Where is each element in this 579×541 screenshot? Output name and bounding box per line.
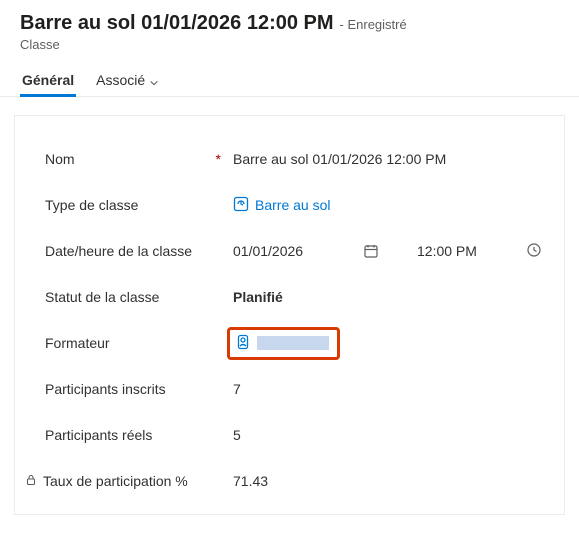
label-status: Statut de la classe bbox=[45, 289, 159, 305]
entity-name: Classe bbox=[20, 37, 559, 52]
value-status[interactable]: Planifié bbox=[233, 289, 548, 305]
value-time[interactable]: 12:00 PM bbox=[399, 243, 509, 259]
trainer-lookup-highlight bbox=[227, 327, 340, 360]
trainer-value-redacted[interactable] bbox=[257, 336, 329, 350]
class-type-text: Barre au sol bbox=[255, 197, 330, 213]
field-name: Nom * Barre au sol 01/01/2026 12:00 PM bbox=[45, 136, 548, 182]
field-trainer: Formateur bbox=[45, 320, 548, 366]
calendar-icon[interactable] bbox=[353, 243, 389, 259]
value-participation: 71.43 bbox=[233, 473, 548, 489]
value-actual[interactable]: 5 bbox=[233, 427, 548, 443]
field-registered: Participants inscrits 7 bbox=[45, 366, 548, 412]
field-datetime: Date/heure de la classe 01/01/2026 12:00… bbox=[45, 228, 548, 274]
form-panel: Nom * Barre au sol 01/01/2026 12:00 PM T… bbox=[14, 115, 565, 515]
tab-related-label: Associé bbox=[96, 72, 145, 88]
tab-related[interactable]: Associé bbox=[94, 66, 161, 96]
required-marker: * bbox=[216, 151, 221, 167]
field-participation: Taux de participation % 71.43 bbox=[45, 458, 548, 504]
page-title: Barre au sol 01/01/2026 12:00 PM bbox=[20, 12, 334, 35]
tab-general[interactable]: Général bbox=[20, 66, 76, 96]
clock-icon[interactable] bbox=[526, 242, 548, 261]
class-type-icon bbox=[233, 196, 249, 215]
label-name: Nom bbox=[45, 151, 75, 167]
label-participation: Taux de participation % bbox=[43, 473, 188, 489]
label-trainer: Formateur bbox=[45, 335, 110, 351]
value-date[interactable]: 01/01/2026 bbox=[233, 243, 343, 259]
class-type-link[interactable]: Barre au sol bbox=[233, 196, 330, 215]
value-registered[interactable]: 7 bbox=[233, 381, 548, 397]
person-icon bbox=[235, 334, 251, 353]
value-name[interactable]: Barre au sol 01/01/2026 12:00 PM bbox=[233, 151, 548, 167]
field-status: Statut de la classe Planifié bbox=[45, 274, 548, 320]
chevron-down-icon bbox=[149, 75, 159, 85]
label-registered: Participants inscrits bbox=[45, 381, 166, 397]
saved-indicator: - Enregistré bbox=[340, 17, 407, 32]
label-actual: Participants réels bbox=[45, 427, 152, 443]
label-class-type: Type de classe bbox=[45, 197, 138, 213]
page-header: Barre au sol 01/01/2026 12:00 PM - Enreg… bbox=[0, 0, 579, 56]
tab-bar: Général Associé bbox=[0, 56, 579, 97]
lock-icon bbox=[25, 473, 37, 489]
field-class-type: Type de classe Barre au sol bbox=[45, 182, 548, 228]
tab-general-label: Général bbox=[22, 72, 74, 88]
field-actual: Participants réels 5 bbox=[45, 412, 548, 458]
label-datetime: Date/heure de la classe bbox=[45, 243, 192, 259]
